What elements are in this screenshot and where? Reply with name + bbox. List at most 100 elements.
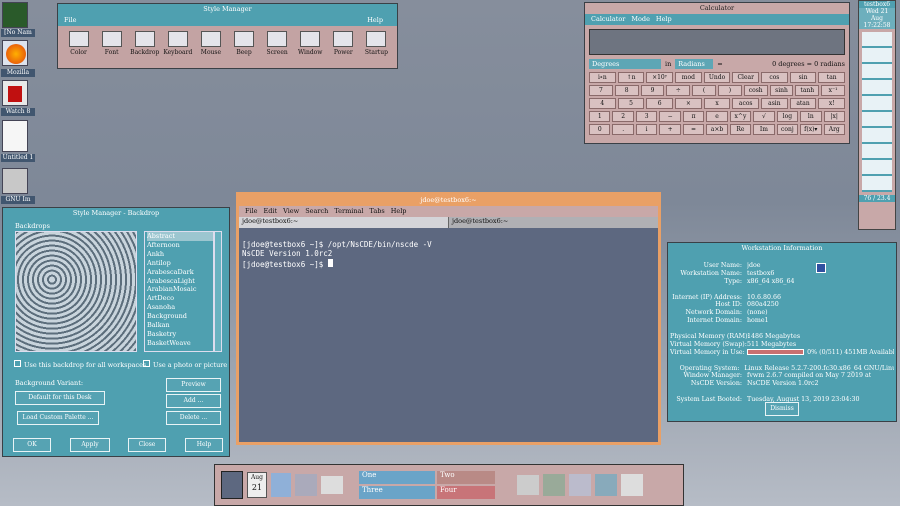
style-power-button[interactable]: Power [328,31,358,56]
calc-key[interactable]: 2 [612,111,634,122]
list-item[interactable]: Ankh [147,250,213,259]
calc-key[interactable]: x^y [729,111,752,122]
calc-key[interactable]: log [776,111,799,122]
calc-key[interactable]: 6 [646,98,674,109]
terminal-tab[interactable]: jdoe@testbox6:~ [449,217,658,228]
calc-key[interactable]: . [612,124,634,135]
menu-terminal[interactable]: Terminal [334,207,363,215]
calc-key[interactable]: f(x)▾ [800,124,822,135]
calc-key[interactable]: 0 [589,124,611,135]
calc-key[interactable]: tanh [795,85,820,96]
workspace-three[interactable]: Three [359,486,435,499]
load-palette-button[interactable]: Load Custom Palette ... [17,411,99,425]
list-item[interactable]: Balkan [147,321,213,330]
files-icon[interactable] [595,474,617,496]
help-icon[interactable] [621,474,643,496]
calc-key[interactable]: mod [675,72,702,83]
calc-key[interactable]: atan [789,98,817,109]
ok-button[interactable]: OK [13,438,51,452]
gnu-image-icon[interactable] [2,168,28,194]
style-mouse-button[interactable]: Mouse [196,31,226,56]
calc-key[interactable]: π [682,111,705,122]
calc-key[interactable]: x⁻¹ [821,85,845,96]
apply-button[interactable]: Apply [70,438,110,452]
editor-icon[interactable] [569,474,591,496]
style-backdrop-button[interactable]: Backdrop [130,31,160,56]
calc-key[interactable]: Re [729,124,752,135]
calc-key[interactable]: 7 [589,85,613,96]
list-item[interactable]: Afternoon [147,241,213,250]
firefox-icon[interactable] [2,40,28,66]
menu-view[interactable]: View [283,207,299,215]
calc-key[interactable]: asin [761,98,788,109]
menu-tabs[interactable]: Tabs [369,207,384,215]
calc-key[interactable]: ↑n [617,72,645,83]
calc-key[interactable]: + [659,124,681,135]
calc-key[interactable]: ( [692,85,716,96]
calc-key[interactable]: x! [818,98,846,109]
menu-file[interactable]: File [245,207,258,215]
calc-key[interactable]: 4 [589,98,616,109]
calendar-icon[interactable]: Aug 21 [247,472,267,498]
style-color-button[interactable]: Color [64,31,94,56]
vim-icon[interactable] [2,2,28,28]
backdrop-list[interactable]: Abstract Afternoon Ankh Antilop ArabescaDark… [144,231,214,352]
style-screen-button[interactable]: Screen [262,31,292,56]
menu-calculator[interactable]: Calculator [591,15,625,23]
menu-help[interactable]: Help [367,15,383,26]
calc-key[interactable]: − [659,111,681,122]
menu-file[interactable]: File [64,15,77,26]
calc-key[interactable]: tan [818,72,846,83]
calc-key[interactable]: cos [761,72,788,83]
back-icon[interactable] [221,471,243,499]
style-keyboard-button[interactable]: Keyboard [163,31,193,56]
style-font-button[interactable]: Font [97,31,127,56]
workspace-one[interactable]: One [359,471,435,484]
list-item[interactable]: ArabescaDark [147,268,213,277]
calc-key[interactable]: 1 [589,111,611,122]
menu-help[interactable]: Help [391,207,407,215]
calc-key[interactable]: cosh [743,85,768,96]
list-item[interactable]: BasketWeave [147,339,213,348]
calc-key[interactable]: 8 [614,85,639,96]
calc-key[interactable]: 3 [635,111,658,122]
list-item[interactable]: ArtDeco [147,294,213,303]
terminal-output[interactable]: [jdoe@testbox6 ~]$ /opt/NsCDE/bin/nscde … [239,228,658,271]
calc-key[interactable]: sin [789,72,817,83]
calc-key[interactable]: x [703,98,731,109]
calc-key[interactable]: sinh [769,85,794,96]
checkbox[interactable] [143,360,150,367]
degrees-dropdown[interactable]: Degrees [589,59,661,69]
add-button[interactable]: Add ... [166,394,221,408]
menu-mode[interactable]: Mode [631,15,650,23]
calc-key[interactable]: e [706,111,728,122]
calc-key[interactable]: 5 [617,98,645,109]
calc-key[interactable]: |x| [823,111,845,122]
calc-key[interactable]: acos [732,98,760,109]
calc-key[interactable]: i∘n [589,72,616,83]
list-item[interactable]: ArabescaLight [147,277,213,286]
menu-search[interactable]: Search [305,207,328,215]
radians-dropdown[interactable]: Radians [675,59,714,69]
list-item[interactable]: Background [147,312,213,321]
dismiss-button[interactable]: Dismiss [765,402,799,416]
workspace-two[interactable]: Two [437,471,495,484]
workspace-four[interactable]: Four [437,486,495,499]
delete-button[interactable]: Delete ... [166,411,221,425]
list-item[interactable]: Abstract [147,232,213,241]
calc-key[interactable]: conj [776,124,799,135]
calc-key[interactable]: i [635,124,658,135]
scrollbar[interactable] [214,231,222,352]
calc-key[interactable]: Clear [732,72,760,83]
style-startup-button[interactable]: Startup [361,31,391,56]
calc-key[interactable]: Im [753,124,775,135]
palette-icon[interactable] [271,473,291,497]
calc-key[interactable]: ×10ʸ [646,72,674,83]
calc-key[interactable]: × [675,98,702,109]
menu-help[interactable]: Help [656,15,672,23]
watch-icon[interactable] [2,80,28,106]
computer-icon[interactable] [295,474,317,496]
calc-key[interactable]: ln [800,111,822,122]
calc-key[interactable]: Arg [823,124,845,135]
list-item[interactable]: Basketry [147,330,213,339]
